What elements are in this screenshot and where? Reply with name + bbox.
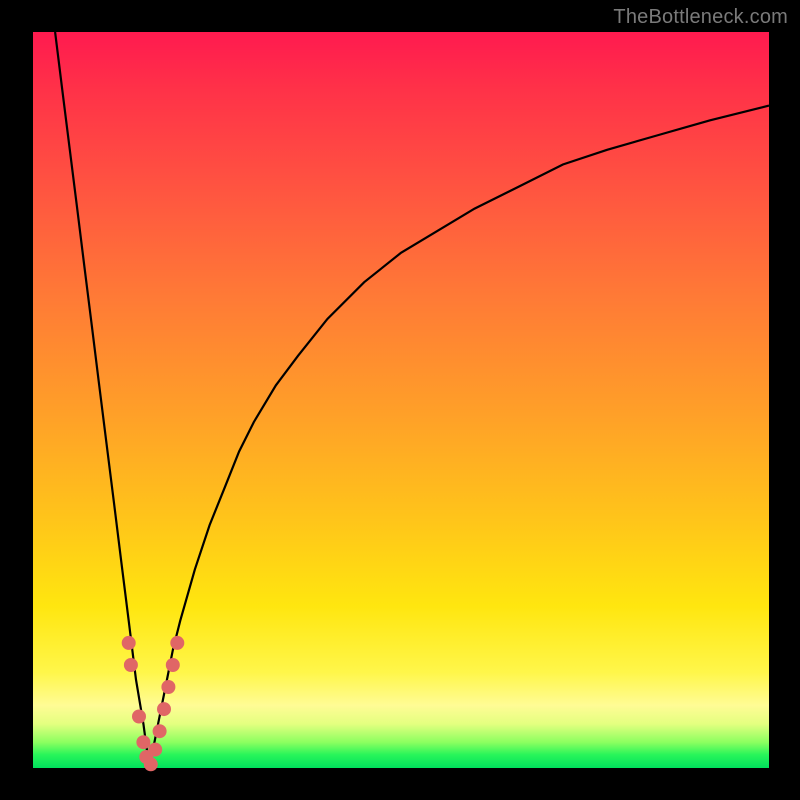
data-marker bbox=[124, 658, 138, 672]
data-marker bbox=[166, 658, 180, 672]
data-marker bbox=[144, 757, 158, 771]
data-marker bbox=[132, 710, 146, 724]
curve-layer bbox=[55, 32, 769, 768]
chart-frame: TheBottleneck.com bbox=[0, 0, 800, 800]
curve-right-branch bbox=[149, 106, 769, 768]
data-marker bbox=[161, 680, 175, 694]
data-marker bbox=[170, 636, 184, 650]
curve-left-branch bbox=[55, 32, 149, 768]
data-marker bbox=[122, 636, 136, 650]
data-marker bbox=[148, 743, 162, 757]
watermark-text: TheBottleneck.com bbox=[613, 6, 788, 29]
data-marker bbox=[157, 702, 171, 716]
marker-layer bbox=[122, 636, 185, 771]
chart-svg bbox=[0, 0, 800, 800]
data-marker bbox=[153, 724, 167, 738]
data-marker bbox=[136, 735, 150, 749]
